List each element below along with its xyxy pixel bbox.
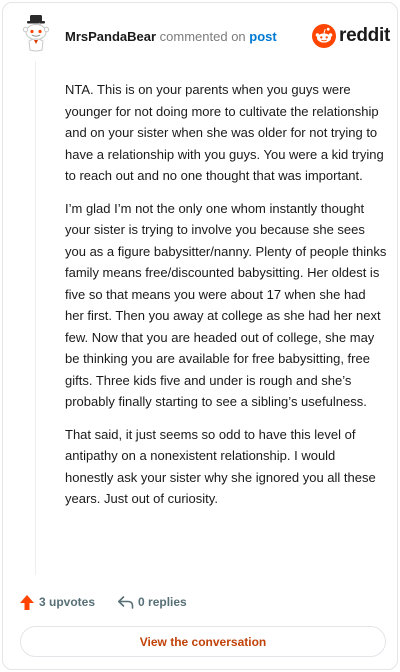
comment-paragraph: That said, it just seems so odd to have … [65, 426, 376, 507]
reddit-logo[interactable]: reddit [312, 22, 390, 50]
post-link[interactable]: post [249, 29, 276, 44]
reply-arrow-icon [118, 595, 134, 609]
commented-on-text: commented on [159, 29, 246, 44]
comment-paragraph: NTA. This is on your parents when you gu… [65, 82, 384, 183]
comment-paragraph: I’m glad I’m not the only one whom insta… [65, 200, 387, 410]
reply-count: 0 replies [138, 595, 187, 609]
upvote-button[interactable]: 3 upvotes [19, 594, 95, 611]
upvote-count: 3 upvotes [39, 595, 96, 609]
reply-button[interactable]: 0 replies [117, 595, 187, 610]
user-avatar[interactable] [19, 15, 53, 53]
author-name[interactable]: MrsPandaBear [65, 29, 156, 44]
reddit-wordmark: reddit [339, 25, 390, 46]
reddit-logo-icon [312, 24, 336, 48]
view-conversation-button[interactable]: View the conversation [20, 626, 386, 657]
thread-line[interactable] [35, 61, 36, 575]
comment-card: MrsPandaBear commented on post reddit NT… [2, 2, 398, 670]
comment-header: MrsPandaBear commented on post [65, 29, 277, 45]
comment-actions: 3 upvotes 0 replies [19, 591, 187, 613]
avatar-snoo-icon [22, 15, 50, 52]
comment-body: NTA. This is on your parents when you gu… [65, 79, 387, 521]
upvote-arrow-icon [20, 594, 34, 610]
